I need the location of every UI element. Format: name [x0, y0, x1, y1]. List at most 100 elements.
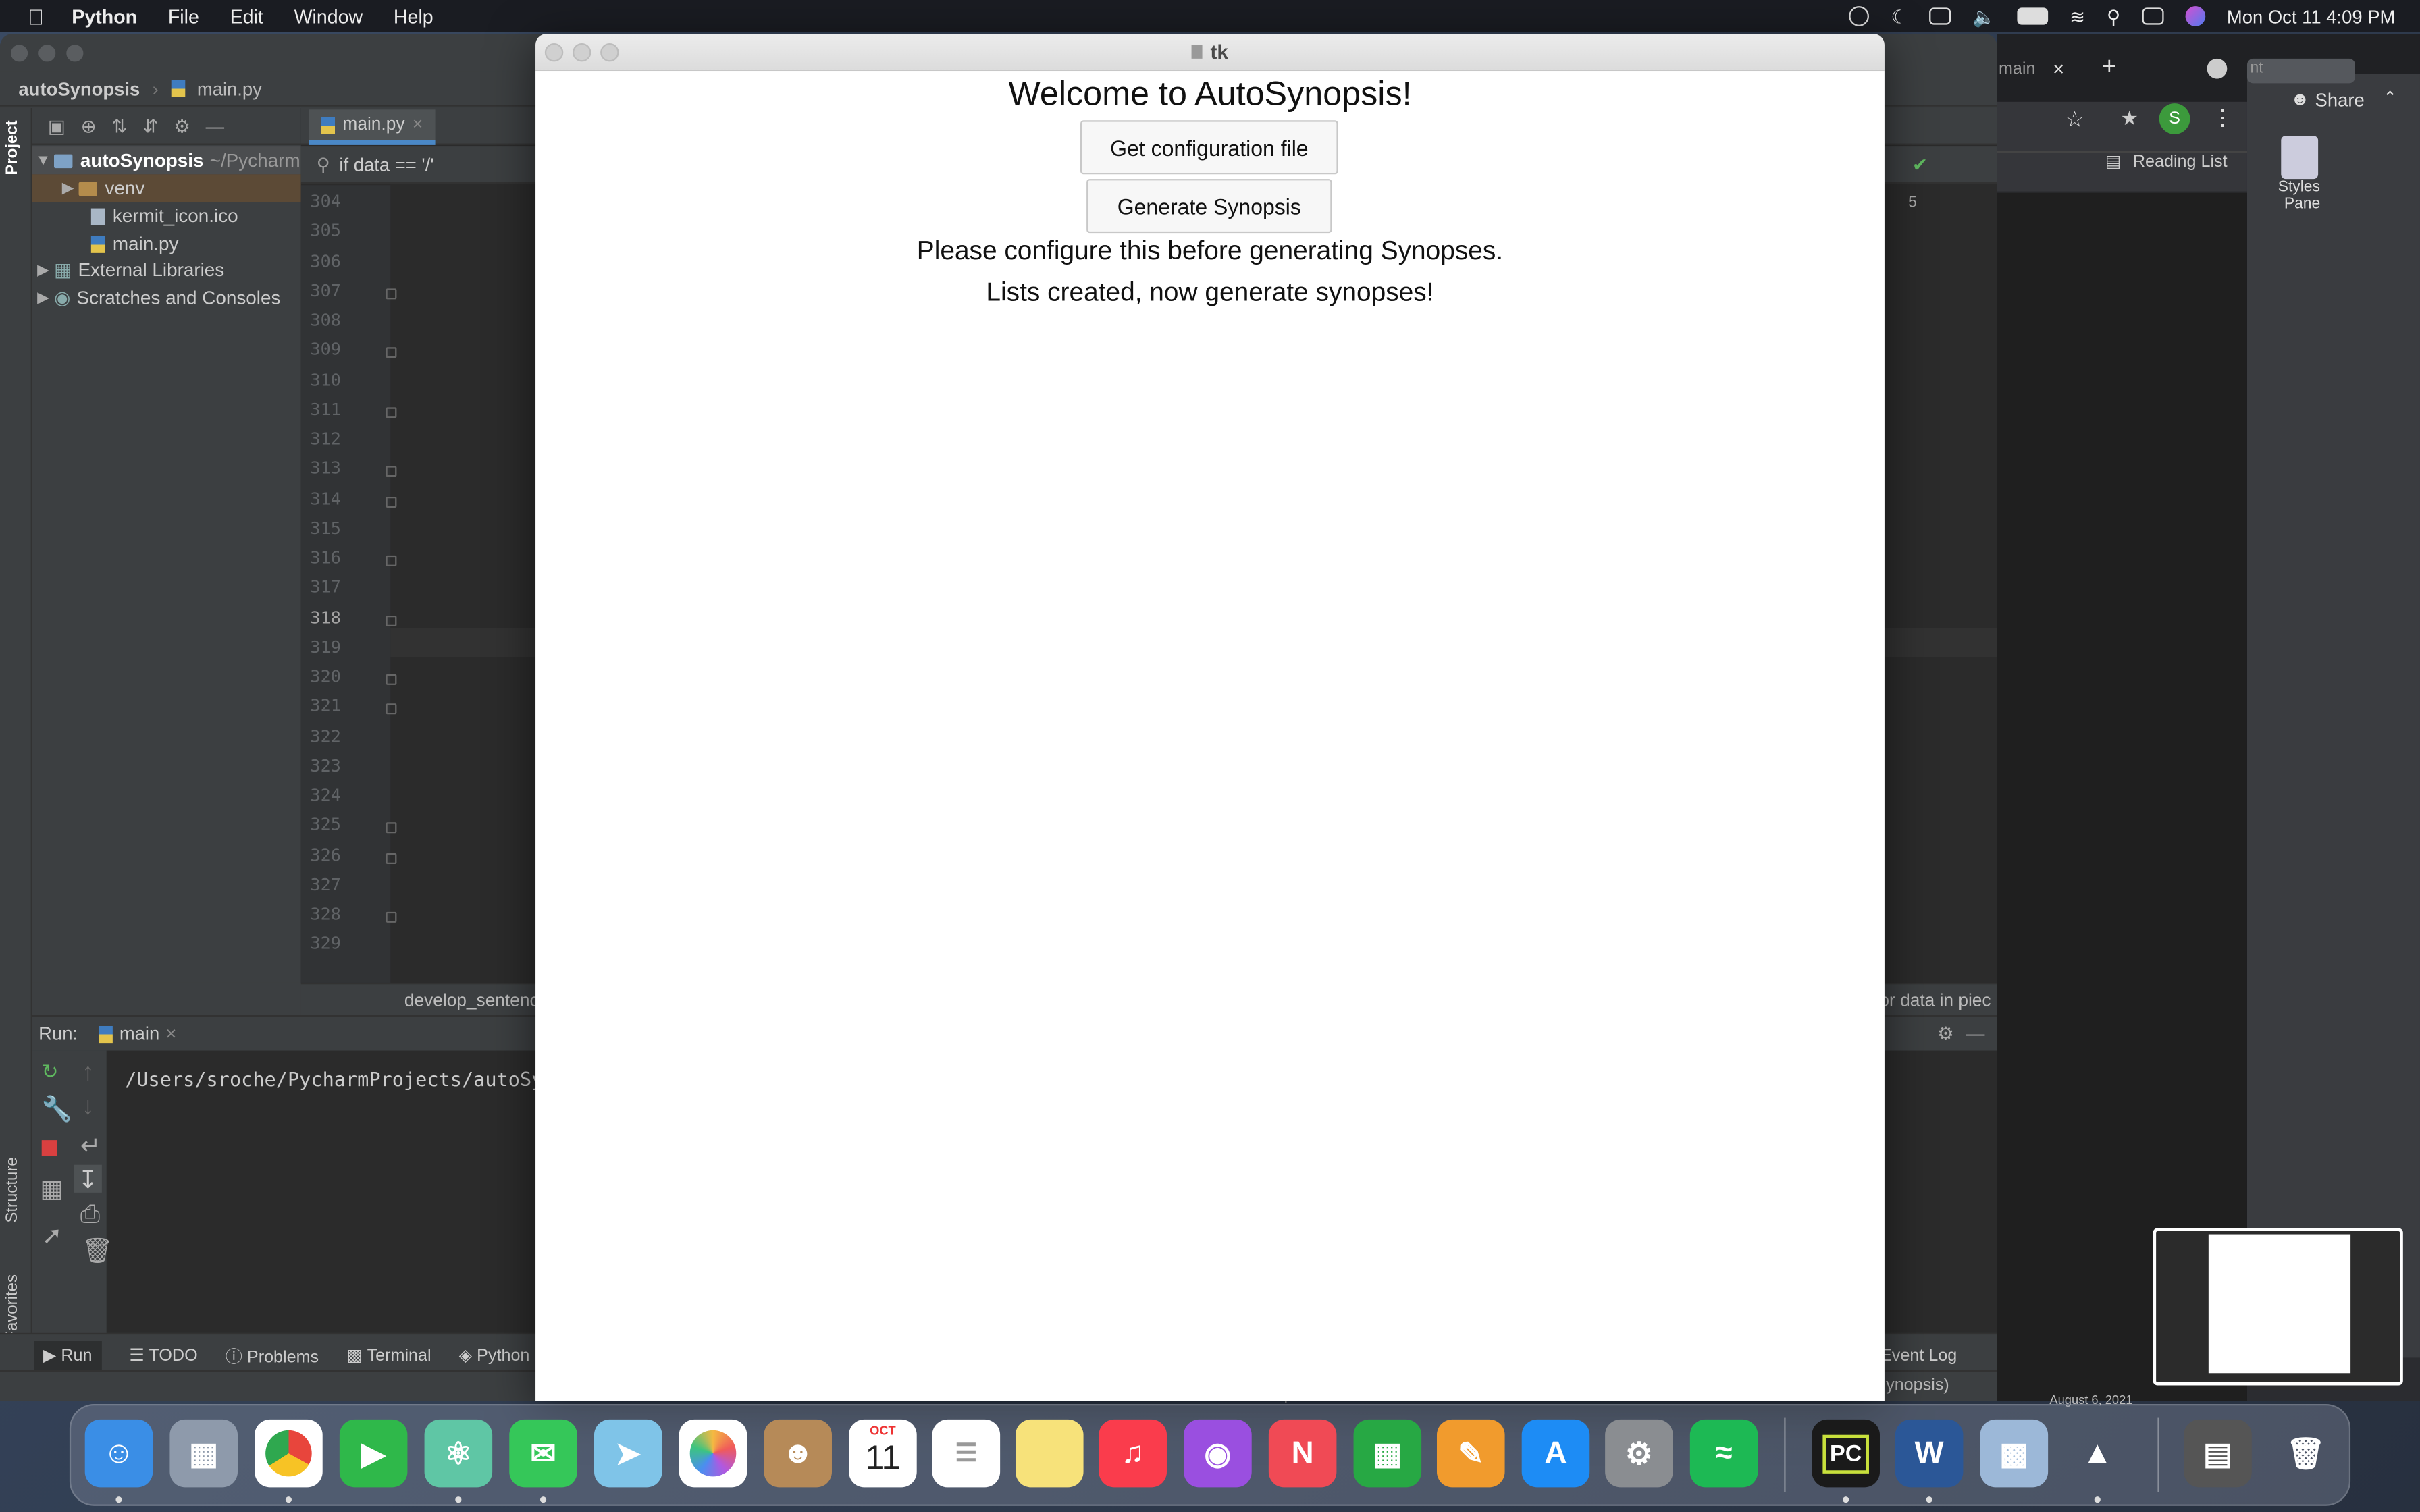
layout-icon[interactable]: ▦	[40, 1174, 63, 1205]
tree-main-file[interactable]: main.py	[32, 230, 301, 258]
generate-synopsis-button[interactable]: Generate Synopsis	[1086, 179, 1332, 234]
screen-record-icon[interactable]	[1849, 6, 1870, 26]
line-number[interactable]: 310	[310, 369, 340, 389]
calendar-icon[interactable]: OCT 11	[849, 1419, 917, 1488]
tree-external-libraries[interactable]: ▶ ▦ External Libraries	[32, 256, 301, 284]
menu-help[interactable]: Help	[394, 5, 433, 27]
close-icon[interactable]: ×	[2053, 57, 2064, 80]
search-input[interactable]: if data == '/'	[339, 153, 433, 175]
menu-app-name[interactable]: Python	[72, 5, 137, 27]
down-arrow-icon[interactable]: ↓	[82, 1094, 94, 1122]
reading-list-label[interactable]: Reading List	[2133, 153, 2228, 171]
tool-tab-terminal[interactable]: ▩ Terminal	[346, 1345, 431, 1365]
reading-list-icon[interactable]: ▤	[2105, 151, 2122, 171]
line-number[interactable]: 315	[310, 518, 340, 538]
nav-project[interactable]: autoSynopsis	[18, 78, 140, 99]
tool-tab-event-log[interactable]: Event Log	[1880, 1346, 1957, 1364]
tree-scratches[interactable]: ▶ ◉ Scratches and Consoles	[32, 284, 301, 312]
tree-root[interactable]: ▼ autoSynopsis ~/Pycharm	[32, 146, 301, 175]
dark-mode-icon[interactable]: ☾	[1891, 5, 1908, 27]
line-number[interactable]: 307	[310, 280, 340, 300]
browser-tab-label[interactable]: main	[1999, 60, 2035, 78]
word-search-field[interactable]	[2246, 58, 2355, 84]
close-icon[interactable]: ×	[413, 115, 423, 134]
line-number[interactable]: 322	[310, 726, 340, 746]
chevron-down-icon[interactable]: ▼	[32, 152, 54, 169]
line-number[interactable]: 328	[310, 904, 340, 924]
numbers-icon[interactable]: ▦	[1353, 1419, 1422, 1488]
structure-tool-tab[interactable]: Structure	[3, 1157, 22, 1222]
bookmark-star-icon[interactable]: ☆	[2065, 107, 2084, 133]
line-number[interactable]: 324	[310, 785, 340, 805]
atom-icon[interactable]: ⚛	[424, 1419, 493, 1488]
app-store-icon[interactable]: A	[1521, 1419, 1590, 1488]
word-icon[interactable]: W	[1895, 1419, 1964, 1488]
pin-icon[interactable]: ➚	[42, 1220, 63, 1251]
display-icon[interactable]	[1929, 7, 1951, 25]
contacts-icon[interactable]: ☻	[764, 1419, 832, 1488]
fold-marker-icon[interactable]	[386, 852, 397, 863]
line-number[interactable]: 304	[310, 191, 340, 211]
line-number[interactable]: 326	[310, 844, 340, 865]
tab-main-py[interactable]: main.py ×	[309, 109, 436, 145]
profile-avatar[interactable]: S	[2159, 103, 2190, 134]
photos-icon[interactable]	[679, 1419, 747, 1488]
project-view-icon[interactable]: ▣	[48, 115, 65, 136]
fold-marker-icon[interactable]	[386, 555, 397, 566]
expand-all-icon[interactable]: ⇅	[111, 115, 127, 136]
zoom-button[interactable]	[600, 43, 619, 62]
breadcrumb-loop[interactable]: for data in piec	[1874, 992, 1991, 1010]
notes-icon[interactable]	[1015, 1419, 1084, 1488]
line-number[interactable]: 312	[310, 429, 340, 449]
line-number[interactable]: 327	[310, 874, 340, 894]
podcasts-icon[interactable]: ◉	[1184, 1419, 1252, 1488]
preview-icon[interactable]: ▩	[1980, 1419, 2049, 1488]
hide-icon[interactable]: —	[1966, 1023, 1984, 1044]
fold-marker-icon[interactable]	[386, 288, 397, 299]
line-number[interactable]: 317	[310, 577, 340, 597]
fold-marker-icon[interactable]	[386, 466, 397, 477]
wifi-icon[interactable]: ≋	[2070, 5, 2085, 27]
get-configuration-button[interactable]: Get configuration file	[1080, 120, 1338, 175]
gear-icon[interactable]: ⚙	[174, 115, 190, 136]
minimize-button[interactable]	[38, 44, 56, 61]
line-number[interactable]: 329	[310, 934, 340, 954]
soft-wrap-icon[interactable]: ↵	[80, 1131, 101, 1162]
print-icon[interactable]: ⎙	[80, 1202, 100, 1230]
chevron-right-icon[interactable]: ▶	[32, 261, 54, 278]
line-number[interactable]: 320	[310, 666, 340, 686]
share-icon[interactable]: ☻	[2290, 88, 2310, 109]
chevron-up-icon[interactable]: ⌃	[2383, 88, 2397, 108]
up-arrow-icon[interactable]: ↑	[82, 1060, 94, 1087]
run-config-tab[interactable]: main ×	[99, 1023, 176, 1044]
locate-icon[interactable]: ⊕	[81, 115, 97, 136]
volume-icon[interactable]: 🔈	[1972, 5, 1995, 27]
favorites-tool-tab[interactable]: Favorites	[3, 1274, 22, 1341]
reminders-icon[interactable]: ☰	[932, 1419, 1001, 1488]
chevron-right-icon[interactable]: ▶	[57, 180, 79, 196]
menu-edit[interactable]: Edit	[230, 5, 263, 27]
fold-marker-icon[interactable]	[386, 822, 397, 834]
close-button[interactable]	[544, 43, 564, 62]
line-number[interactable]: 321	[310, 696, 340, 716]
stop-icon[interactable]	[41, 1140, 57, 1156]
screenshot-thumbnail[interactable]	[2153, 1228, 2403, 1386]
spotify-icon[interactable]: ≈	[1689, 1419, 1758, 1488]
tree-icon-file[interactable]: kermit_icon.ico	[32, 202, 301, 230]
collapse-all-icon[interactable]: ⇵	[142, 115, 158, 136]
pycharm-icon[interactable]: PC	[1812, 1419, 1880, 1488]
zoom-button[interactable]	[66, 44, 84, 61]
extensions-icon[interactable]: ★	[2121, 107, 2139, 132]
battery-icon[interactable]	[2017, 7, 2049, 25]
gear-icon[interactable]: ⚙	[1937, 1023, 1954, 1044]
messages-icon[interactable]: ✉	[509, 1419, 577, 1488]
trash-icon[interactable]: 🗑	[2272, 1420, 2340, 1488]
fold-marker-icon[interactable]	[386, 703, 397, 715]
line-number[interactable]: 313	[310, 458, 340, 479]
search-icon[interactable]: ⚲	[317, 153, 330, 175]
trash-icon[interactable]: 🗑	[82, 1236, 113, 1267]
apple-icon[interactable]: 	[28, 4, 44, 29]
launchpad-icon[interactable]: ▦	[169, 1419, 238, 1488]
hide-icon[interactable]: —	[206, 115, 224, 136]
fold-marker-icon[interactable]	[386, 495, 397, 507]
